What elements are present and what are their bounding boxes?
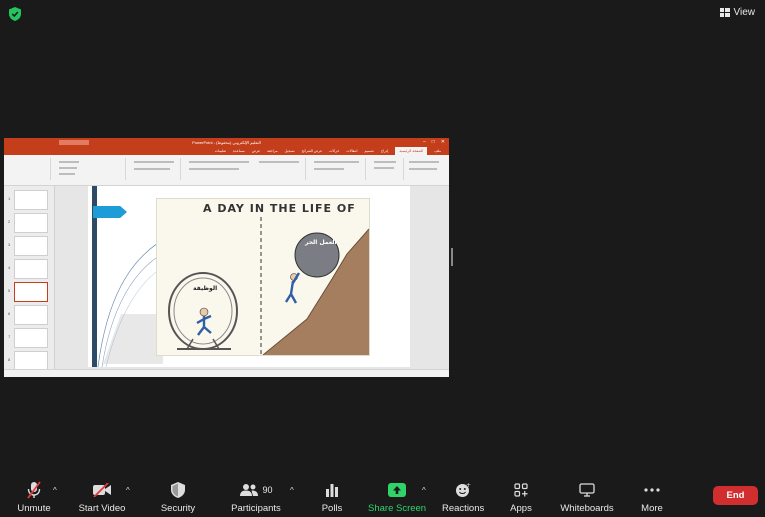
cartoon-drawing <box>168 217 369 355</box>
ppt-tab[interactable]: تعليمات <box>215 149 226 153</box>
polls-button[interactable]: Polls <box>316 481 348 514</box>
start-video-label: Start Video <box>78 503 126 514</box>
participants-icon <box>240 484 259 496</box>
security-button[interactable]: Security <box>158 481 198 514</box>
slide-thumbnail[interactable]: 3 <box>8 236 48 256</box>
grid-view-icon <box>719 8 730 17</box>
participants-options-caret[interactable]: ^ <box>290 486 294 495</box>
apps-button[interactable]: Apps <box>506 481 536 514</box>
participants-label: Participants <box>231 503 281 514</box>
security-label: Security <box>160 503 196 514</box>
top-bar: View <box>0 0 765 28</box>
more-button[interactable]: More <box>638 481 666 514</box>
video-off-icon <box>93 483 111 497</box>
ppt-status-bar <box>4 369 449 377</box>
svg-text:+: + <box>466 482 471 489</box>
more-dots-icon <box>644 488 660 492</box>
ppt-tab[interactable]: مساعدة <box>233 149 245 153</box>
whiteboards-label: Whiteboards <box>560 503 614 514</box>
share-screen-button[interactable]: Share Screen <box>368 481 426 514</box>
whiteboard-icon <box>579 483 595 497</box>
ppt-tab[interactable]: إدراج <box>381 149 388 153</box>
slide-thumbnail[interactable]: 2 <box>8 213 48 233</box>
slide-number: 4 <box>8 265 11 270</box>
polls-bar-chart-icon <box>326 484 338 497</box>
unmute-button[interactable]: Unmute <box>14 481 54 514</box>
view-button[interactable]: View <box>719 7 756 18</box>
ppt-search-box <box>59 139 89 145</box>
ppt-tab[interactable]: انتقالات <box>346 149 357 153</box>
share-screen-arrow-icon <box>388 483 406 497</box>
slide-number: 6 <box>8 311 11 316</box>
ppt-ribbon-tabs: تعليمات مساعدة عرض مراجعة تسجيل عرض الشرائح حر… <box>4 147 449 155</box>
ppt-tab[interactable]: تسجيل <box>285 149 295 153</box>
audio-options-caret[interactable]: ^ <box>53 486 57 495</box>
participants-count: 90 <box>262 485 273 495</box>
participants-button[interactable]: 90 Participants <box>230 481 282 514</box>
share-screen-label: Share Screen <box>368 503 427 514</box>
ppt-app-title: PowerPoint - (محفوظ) التعليم الإلكتروني <box>192 140 261 145</box>
slide-thumbnail[interactable]: 6 <box>8 305 48 325</box>
reactions-smiley-icon: + <box>456 482 471 497</box>
slide-thumbnail[interactable]: 1 <box>8 190 48 210</box>
slide-number: 8 <box>8 357 11 362</box>
ppt-tab[interactable]: الصفحة الرئيسية <box>395 147 428 155</box>
muted-mic-icon <box>27 481 41 499</box>
slide-thumbnail[interactable]: 8 <box>8 351 48 371</box>
reactions-label: Reactions <box>442 503 485 514</box>
share-options-caret[interactable]: ^ <box>422 486 426 495</box>
reactions-button[interactable]: + Reactions <box>442 481 484 514</box>
resize-handle[interactable] <box>451 248 453 266</box>
shield-check-icon[interactable] <box>9 7 21 21</box>
ppt-workspace: 1 2 3 4 5 6 7 8 A DAY IN THE LIFE OF الوظيفة ال… <box>4 186 449 371</box>
meeting-toolbar: Unmute ^ Start Video ^ Security 90 Parti… <box>0 474 765 517</box>
slide-thumbnail[interactable]: 4 <box>8 259 48 279</box>
video-options-caret[interactable]: ^ <box>126 486 130 495</box>
ppt-tab[interactable]: عرض الشرائح <box>302 149 323 153</box>
wheel-label: الوظيفة <box>193 285 218 292</box>
whiteboards-button[interactable]: Whiteboards <box>560 481 614 514</box>
more-label: More <box>641 503 663 514</box>
end-meeting-button[interactable]: End <box>713 486 758 505</box>
view-label: View <box>733 7 756 18</box>
slide-number: 7 <box>8 334 11 339</box>
window-controls: – □ ✕ <box>422 139 445 145</box>
slide-thumbnails[interactable]: 1 2 3 4 5 6 7 8 <box>4 186 55 371</box>
apps-label: Apps <box>510 503 532 514</box>
shared-screen: PowerPoint - (محفوظ) التعليم الإلكتروني … <box>4 138 449 377</box>
current-slide: A DAY IN THE LIFE OF الوظيفة العمل الحر <box>88 186 410 367</box>
polls-label: Polls <box>321 503 343 514</box>
ppt-tab[interactable]: تصميم <box>364 149 373 153</box>
unmute-label: Unmute <box>17 503 51 514</box>
ppt-tab[interactable]: مراجعة <box>267 149 278 153</box>
slide-number: 3 <box>8 242 11 247</box>
ppt-tab[interactable]: حركات <box>329 149 339 153</box>
cartoon-image: A DAY IN THE LIFE OF الوظيفة العمل الحر <box>156 198 370 356</box>
ppt-ribbon <box>4 155 449 186</box>
ppt-tab[interactable]: عرض <box>252 149 260 153</box>
slide-number: 1 <box>8 196 11 201</box>
apps-icon <box>514 483 528 497</box>
start-video-button[interactable]: Start Video <box>77 481 127 514</box>
boulder-label: العمل الحر <box>305 239 337 246</box>
slide-thumbnail[interactable]: 7 <box>8 328 48 348</box>
ppt-tab[interactable]: ملف <box>434 149 441 153</box>
security-shield-icon <box>171 482 185 498</box>
ppt-title-bar: PowerPoint - (محفوظ) التعليم الإلكتروني … <box>4 138 449 147</box>
slide-number: 2 <box>8 219 11 224</box>
slide-thumbnail[interactable]: 5 <box>8 282 48 302</box>
slide-number: 5 <box>8 288 11 293</box>
